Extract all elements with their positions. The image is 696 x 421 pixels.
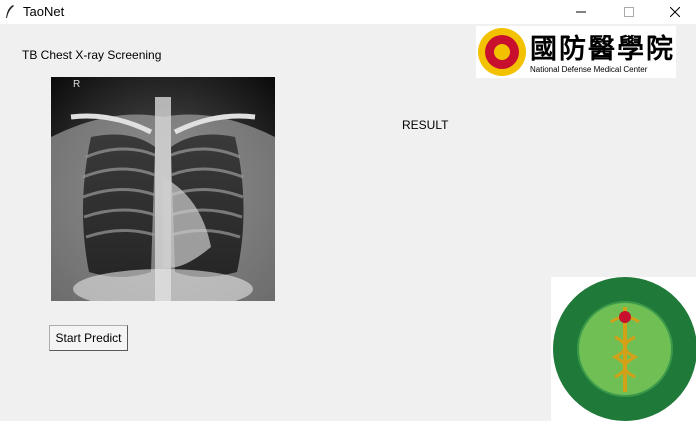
start-predict-button[interactable]: Start Predict [49, 325, 128, 351]
close-button[interactable] [652, 0, 696, 24]
result-label: RESULT [402, 118, 449, 132]
minimize-button[interactable] [558, 0, 604, 24]
hospital-badge-logo [551, 277, 696, 421]
maximize-icon [624, 7, 634, 17]
ndmc-logo: 國防醫學院 National Defense Medical Center [476, 26, 676, 78]
title-bar: TaoNet [0, 0, 696, 24]
chest-xray-image: R [51, 77, 275, 301]
close-icon [670, 7, 680, 17]
xray-side-marker: R [73, 79, 81, 90]
maximize-button[interactable] [606, 0, 652, 24]
ndmc-emblem-icon [478, 28, 526, 76]
hospital-emblem-icon [553, 277, 696, 421]
window-title: TaoNet [23, 4, 65, 19]
page-title: TB Chest X-ray Screening [22, 48, 162, 62]
minimize-icon [576, 11, 586, 13]
ndmc-english-name: National Defense Medical Center [530, 65, 648, 74]
ndmc-chinese-name: 國防醫學院 [530, 34, 675, 65]
feather-icon [6, 5, 14, 18]
